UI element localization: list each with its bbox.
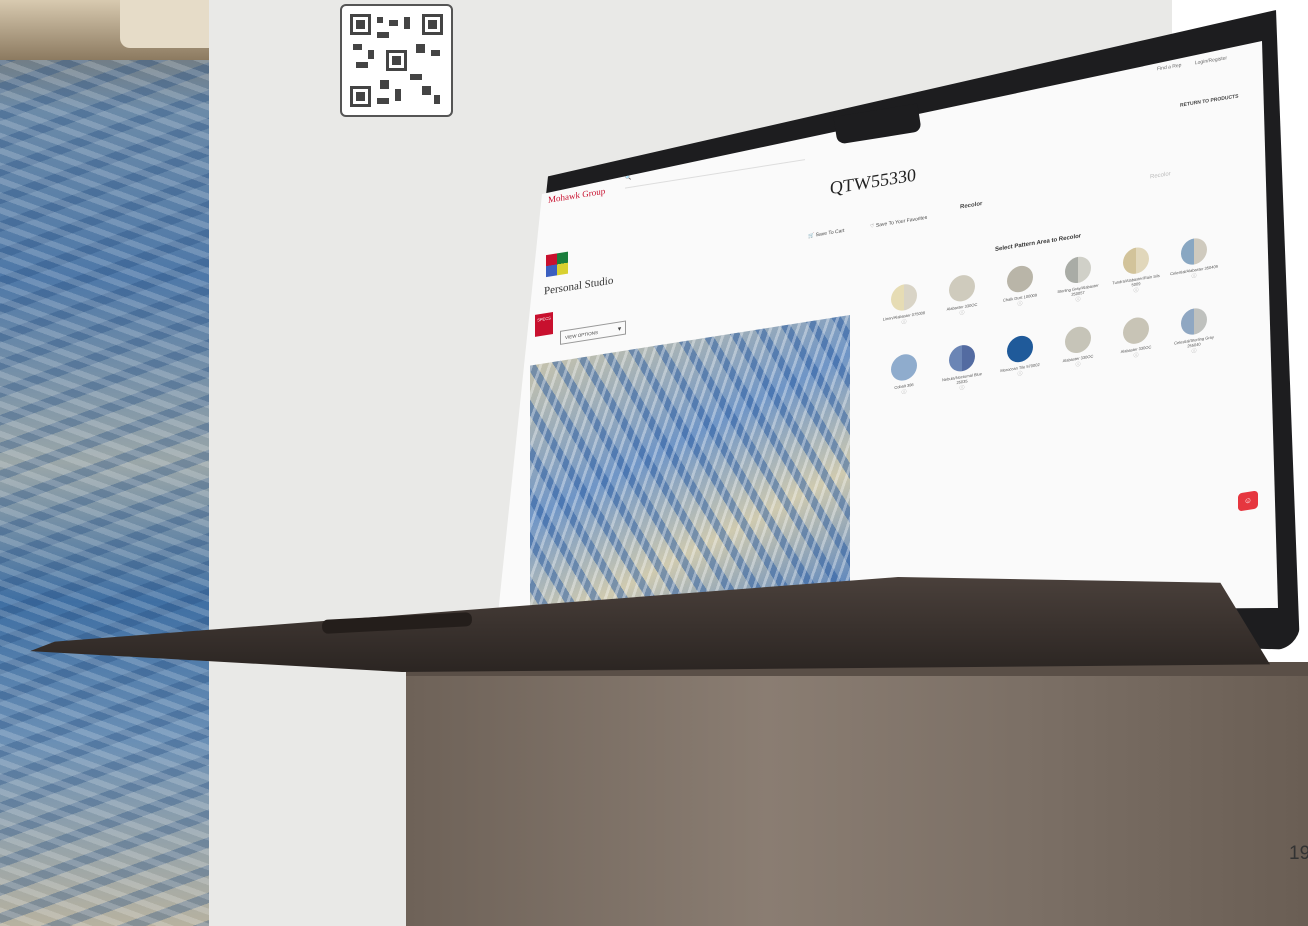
return-to-products-link[interactable]: RETURN TO PRODUCTS [1180, 93, 1239, 108]
color-swatch[interactable]: Linen/Alabaster 075008 ⓘ [878, 280, 930, 329]
color-swatch[interactable]: Alabaster 330OC ⓘ [1110, 314, 1162, 363]
specs-tab[interactable]: SPECS [535, 312, 553, 337]
studio-name: Personal Studio [544, 274, 614, 298]
swatch-color-dot [1181, 306, 1207, 337]
swatch-color-dot [1007, 333, 1033, 365]
product-title: QTW55330 [830, 164, 916, 199]
view-options-dropdown[interactable]: VIEW OPTIONS ▾ [560, 320, 626, 345]
color-swatch[interactable]: Tundra/Alabaster/Rain Sils 5009 ⓘ [1110, 244, 1162, 298]
page-number: 19 [1289, 843, 1308, 864]
swatch-color-dot [949, 343, 975, 374]
color-swatch[interactable]: Alabaster 330OC ⓘ [1052, 323, 1104, 372]
tab-recolor[interactable]: Recolor [960, 201, 982, 211]
swatch-color-dot [1007, 263, 1033, 295]
find-rep-link[interactable]: Find a Rep [1157, 62, 1181, 72]
color-swatch[interactable]: Nebula/Nocturnal Blue 25035 ⓘ [936, 341, 988, 395]
swatch-color-dot [949, 273, 975, 304]
save-to-cart-label: Save To Cart [815, 227, 845, 239]
color-swatch[interactable]: Alabaster 330OC ⓘ [936, 271, 988, 320]
chat-icon[interactable]: ☺ [1238, 490, 1258, 512]
color-swatch[interactable]: Chalk Dust 100009 ⓘ [994, 262, 1046, 311]
color-swatch[interactable]: Celestial/Alabaster 350409 ⓘ [1168, 234, 1220, 283]
tab-recolor-2[interactable]: Recolor [1150, 171, 1171, 180]
swatch-color-dot [1065, 254, 1091, 285]
color-swatch[interactable]: Sterling Gray/Alabaster 250057 ⓘ [1052, 253, 1104, 307]
save-to-favorites-button[interactable]: ♡ Save To Your Favorites [870, 215, 927, 230]
studio-logo-icon [546, 251, 568, 278]
chevron-down-icon: ▾ [617, 326, 621, 333]
swatch-color-dot [1123, 315, 1149, 346]
qr-code-icon[interactable] [340, 4, 453, 117]
view-options-label: VIEW OPTIONS [565, 329, 599, 341]
swatch-color-dot [1123, 245, 1149, 276]
sofa-photo [120, 0, 209, 48]
swatch-color-dot [891, 352, 917, 383]
color-swatch[interactable]: Moroccan Tile 570002 ⓘ [994, 332, 1046, 381]
swatch-color-dot [1181, 236, 1207, 267]
login-link[interactable]: Login/Register [1195, 55, 1227, 66]
rug-photo [0, 0, 209, 926]
save-to-cart-button[interactable]: 🛒 Save To Cart [808, 228, 844, 240]
swatch-color-dot [1065, 324, 1091, 355]
color-swatch[interactable]: Cobalt 386 ⓘ [878, 350, 930, 399]
swatch-color-dot [891, 282, 917, 313]
pedestal [406, 676, 1308, 926]
save-to-favorites-label: Save To Your Favorites [875, 214, 928, 229]
color-swatch[interactable]: Celestial/Sterling Gray 255040 ⓘ [1168, 304, 1220, 358]
recolor-subheading: Select Pattern Area to Recolor [995, 233, 1082, 254]
